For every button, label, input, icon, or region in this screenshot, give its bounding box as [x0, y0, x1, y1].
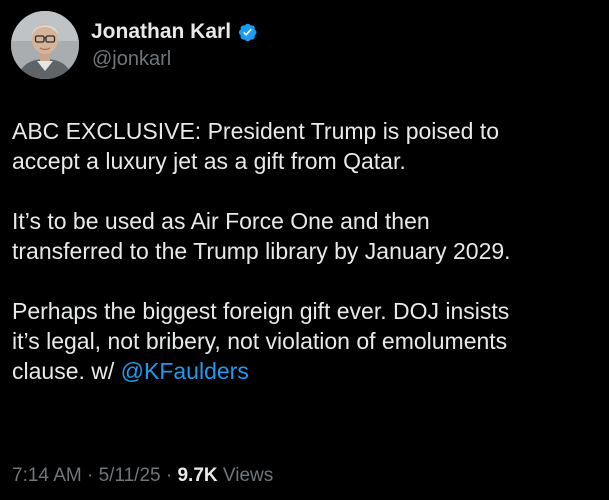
tweet-paragraph-3-text: Perhaps the biggest foreign gift ever. D… — [12, 298, 510, 384]
author-display-name[interactable]: Jonathan Karl — [91, 20, 231, 44]
tweet-paragraph-3: Perhaps the biggest foreign gift ever. D… — [12, 296, 602, 386]
tweet-time[interactable]: 7:14 AM — [12, 465, 82, 486]
mention-link[interactable]: @KFaulders — [121, 358, 249, 384]
verified-badge-icon — [237, 22, 258, 43]
author-handle[interactable]: @jonkarl — [92, 48, 171, 71]
tweet-paragraph-1: ABC EXCLUSIVE: President Trump is poised… — [12, 118, 500, 174]
meta-separator: · — [165, 465, 173, 486]
tweet-text: ABC EXCLUSIVE: President Trump is poised… — [12, 116, 602, 386]
meta-separator: · — [87, 465, 94, 486]
author-name-row: Jonathan Karl — [91, 18, 258, 46]
tweet-card: Jonathan Karl @jonkarl ABC EXCLUSIVE: Pr… — [0, 0, 609, 500]
tweet-date[interactable]: 5/11/25 — [99, 465, 161, 486]
views-label: Views — [222, 465, 274, 486]
tweet-meta: 7:14 AM · 5/11/25 · 9.7K Views — [12, 465, 273, 487]
views-count: 9.7K — [177, 465, 218, 486]
avatar-photo — [11, 11, 79, 79]
tweet-paragraph-2: It’s to be used as Air Force One and the… — [12, 208, 511, 264]
avatar[interactable] — [11, 11, 79, 79]
